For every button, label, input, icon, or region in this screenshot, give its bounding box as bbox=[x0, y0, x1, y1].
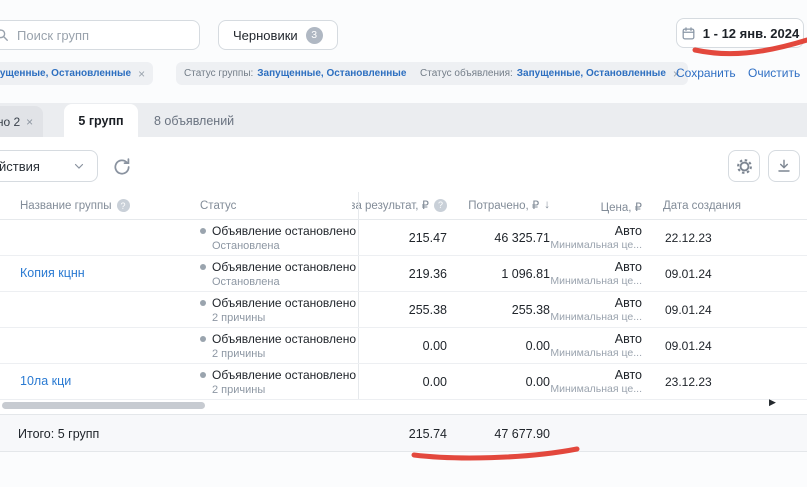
table-row: Объявление остановлено 2 причины 0.00 0.… bbox=[0, 328, 807, 364]
filter-chip-prefix: Статус группы: bbox=[184, 68, 253, 79]
price-cell: Авто Минимальная це... bbox=[510, 332, 642, 359]
clear-filters-link[interactable]: Очистить bbox=[748, 66, 800, 80]
table-row: Копия кцнн Объявление остановлено Остано… bbox=[0, 256, 807, 292]
group-name-link[interactable]: Копия кцнн bbox=[20, 266, 85, 280]
column-header-status[interactable]: Статус bbox=[200, 200, 236, 212]
totals-label: Итого: 5 групп bbox=[18, 427, 99, 441]
column-header-spent[interactable]: Потрачено, ₽ ↓ bbox=[458, 196, 550, 214]
tab-ads[interactable]: 8 объявлений bbox=[142, 104, 246, 137]
cost-per-result-cell: 0.00 bbox=[347, 339, 447, 353]
created-cell: 09.01.24 bbox=[665, 267, 712, 281]
table-row: Объявление остановлено 2 причины 255.38 … bbox=[0, 292, 807, 328]
price-cell: Авто Минимальная це... bbox=[510, 224, 642, 251]
actions-dropdown-label: Действия bbox=[0, 159, 40, 174]
ads-groups-screen: Поиск групп Черновики 3 1 - 12 янв. 2024… bbox=[0, 0, 807, 487]
search-placeholder: Поиск групп bbox=[17, 28, 89, 43]
horizontal-scrollbar-thumb[interactable] bbox=[2, 402, 205, 409]
status-dot bbox=[200, 300, 206, 306]
filter-chip-prefix: Статус объявления: bbox=[420, 68, 513, 79]
refresh-button[interactable] bbox=[112, 157, 132, 177]
column-header-cost-per-result[interactable]: Цена за результат, ₽ ? bbox=[352, 196, 447, 214]
export-button[interactable] bbox=[768, 150, 800, 182]
filter-chip-status[interactable]: Запущенные, Остановленные × bbox=[0, 62, 153, 85]
status-dot bbox=[200, 228, 206, 234]
status-cell: Объявление остановлено Остановлена bbox=[200, 224, 356, 252]
status-dot bbox=[200, 372, 206, 378]
actions-dropdown[interactable]: Действия bbox=[0, 150, 98, 182]
filter-chip-value: Запущенные, Остановленные bbox=[257, 68, 406, 79]
column-header-name[interactable]: Название группы ? bbox=[20, 199, 130, 212]
created-cell: 09.01.24 bbox=[665, 303, 712, 317]
cost-per-result-cell: 215.47 bbox=[347, 231, 447, 245]
status-cell: Объявление остановлено 2 причины bbox=[200, 296, 356, 324]
drafts-label: Черновики bbox=[233, 28, 298, 43]
gear-icon bbox=[736, 158, 753, 175]
group-name-link[interactable]: 10ла кци bbox=[20, 374, 71, 388]
totals-spent: 47 677.90 bbox=[450, 427, 550, 441]
price-cell: Авто Минимальная це... bbox=[510, 368, 642, 395]
scroll-right-icon[interactable]: ▶ bbox=[769, 397, 776, 408]
created-cell: 09.01.24 bbox=[665, 339, 712, 353]
cost-per-result-cell: 0.00 bbox=[347, 375, 447, 389]
search-icon bbox=[0, 28, 9, 42]
settings-button[interactable] bbox=[728, 150, 760, 182]
cost-per-result-cell: 219.36 bbox=[347, 267, 447, 281]
status-cell: Объявление остановлено 2 причины bbox=[200, 368, 356, 396]
status-cell: Объявление остановлено Остановлена bbox=[200, 260, 356, 288]
column-header-created[interactable]: Дата создания bbox=[663, 200, 741, 212]
price-cell: Авто Минимальная це... bbox=[510, 296, 642, 323]
filter-chip-ad-status[interactable]: Статус объявления: Запущенные, Остановле… bbox=[412, 62, 688, 85]
date-range-value: 1 - 12 янв. 2024 bbox=[703, 26, 799, 41]
tab-groups[interactable]: 5 групп bbox=[64, 104, 138, 137]
filter-chip-value: Запущенные, Остановленные bbox=[517, 68, 666, 79]
tab-close-icon[interactable]: × bbox=[26, 115, 33, 129]
save-filters-link[interactable]: Сохранить bbox=[676, 66, 736, 80]
totals-row: Итого: 5 групп 215.74 47 677.90 bbox=[0, 414, 807, 452]
refresh-icon bbox=[112, 157, 132, 177]
table-row: Объявление остановлено Остановлена 215.4… bbox=[0, 220, 807, 256]
tab-selection-label: Выбрано 2 bbox=[0, 115, 20, 129]
status-dot bbox=[200, 336, 206, 342]
status-cell: Объявление остановлено 2 причины bbox=[200, 332, 356, 360]
calendar-icon bbox=[681, 26, 696, 41]
help-icon[interactable]: ? bbox=[117, 199, 130, 212]
search-input[interactable]: Поиск групп bbox=[0, 20, 200, 50]
column-header-price[interactable]: Цена, ₽ bbox=[578, 200, 642, 214]
chevron-down-icon bbox=[73, 160, 85, 172]
cost-per-result-cell: 255.38 bbox=[347, 303, 447, 317]
date-range-picker[interactable]: 1 - 12 янв. 2024 bbox=[676, 18, 804, 48]
drafts-button[interactable]: Черновики 3 bbox=[218, 20, 338, 50]
price-cell: Авто Минимальная це... bbox=[510, 260, 642, 287]
table-row: 10ла кци Объявление остановлено 2 причин… bbox=[0, 364, 807, 400]
chip-close-icon[interactable]: × bbox=[138, 67, 145, 81]
download-icon bbox=[776, 158, 792, 174]
help-icon[interactable]: ? bbox=[434, 199, 447, 212]
filter-chip-value: Запущенные, Остановленные bbox=[0, 68, 131, 79]
drafts-count-badge: 3 bbox=[306, 27, 323, 44]
status-dot bbox=[200, 264, 206, 270]
totals-cost-per-result: 215.74 bbox=[347, 427, 447, 441]
tab-selection[interactable]: Выбрано 2 × bbox=[0, 106, 43, 137]
sort-desc-icon: ↓ bbox=[544, 199, 550, 211]
filter-chip-group-status[interactable]: Статус группы: Запущенные, Остановленные… bbox=[176, 62, 428, 85]
created-cell: 23.12.23 bbox=[665, 375, 712, 389]
created-cell: 22.12.23 bbox=[665, 231, 712, 245]
